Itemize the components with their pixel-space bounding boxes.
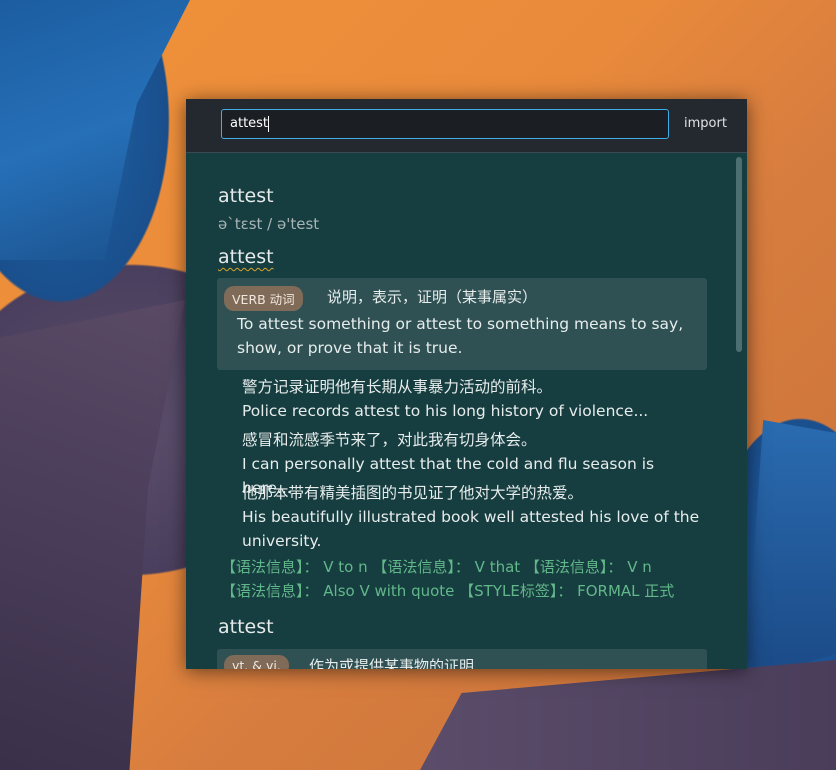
- example-chinese: 警方记录证明他有长期从事暴力活动的前科。: [242, 378, 553, 396]
- pos-badge: VERB 动词: [224, 286, 303, 311]
- text-cursor: [268, 115, 270, 132]
- entry-headword: attest: [218, 246, 274, 268]
- gloss-chinese: 说明，表示，证明（某事属实）: [327, 288, 538, 306]
- gloss-chinese: 作为或提供某事物的证明: [309, 657, 475, 669]
- search-input[interactable]: attest: [221, 109, 669, 139]
- grammar-info: 【语法信息】： V to n 【语法信息】： V that 【语法信息】： V …: [221, 558, 652, 576]
- phonetic: ə`tɛst / ə'test: [218, 215, 320, 233]
- definition: To attest something or attest to somethi…: [237, 315, 684, 357]
- grammar-info: 【语法信息】： Also V with quote 【STYLE标签】： FOR…: [221, 582, 675, 600]
- results-pane[interactable]: attest ə`tɛst / ə'test attest VERB 动词 说明…: [186, 153, 734, 669]
- example-chinese: 他那本带有精美插图的书见证了他对大学的热爱。: [242, 484, 584, 502]
- search-input-value: attest: [230, 116, 269, 131]
- pos-badge: vt. & vi.: [224, 655, 289, 669]
- scrollbar-thumb[interactable]: [736, 157, 742, 352]
- sense-card: VERB 动词 说明，表示，证明（某事属实） To attest somethi…: [217, 278, 707, 370]
- import-button[interactable]: import: [684, 116, 727, 131]
- wallpaper-shape: [0, 0, 190, 260]
- wallpaper-shape: [0, 300, 185, 770]
- entry-headword: attest: [218, 616, 274, 638]
- example-english: His beautifully illustrated book well at…: [242, 508, 700, 550]
- wallpaper-shape: [745, 420, 836, 680]
- entry-headword: attest: [218, 185, 274, 207]
- dictionary-popup: attest import attest ə`tɛst / ə'test att…: [186, 99, 747, 669]
- wallpaper-shape: [420, 660, 836, 770]
- search-bar: attest import: [186, 99, 747, 153]
- example-chinese: 感冒和流感季节来了，对此我有切身体会。: [242, 431, 537, 449]
- example-english: Police records attest to his long histor…: [242, 402, 649, 420]
- sense-card: vt. & vi. 作为或提供某事物的证明: [217, 649, 707, 669]
